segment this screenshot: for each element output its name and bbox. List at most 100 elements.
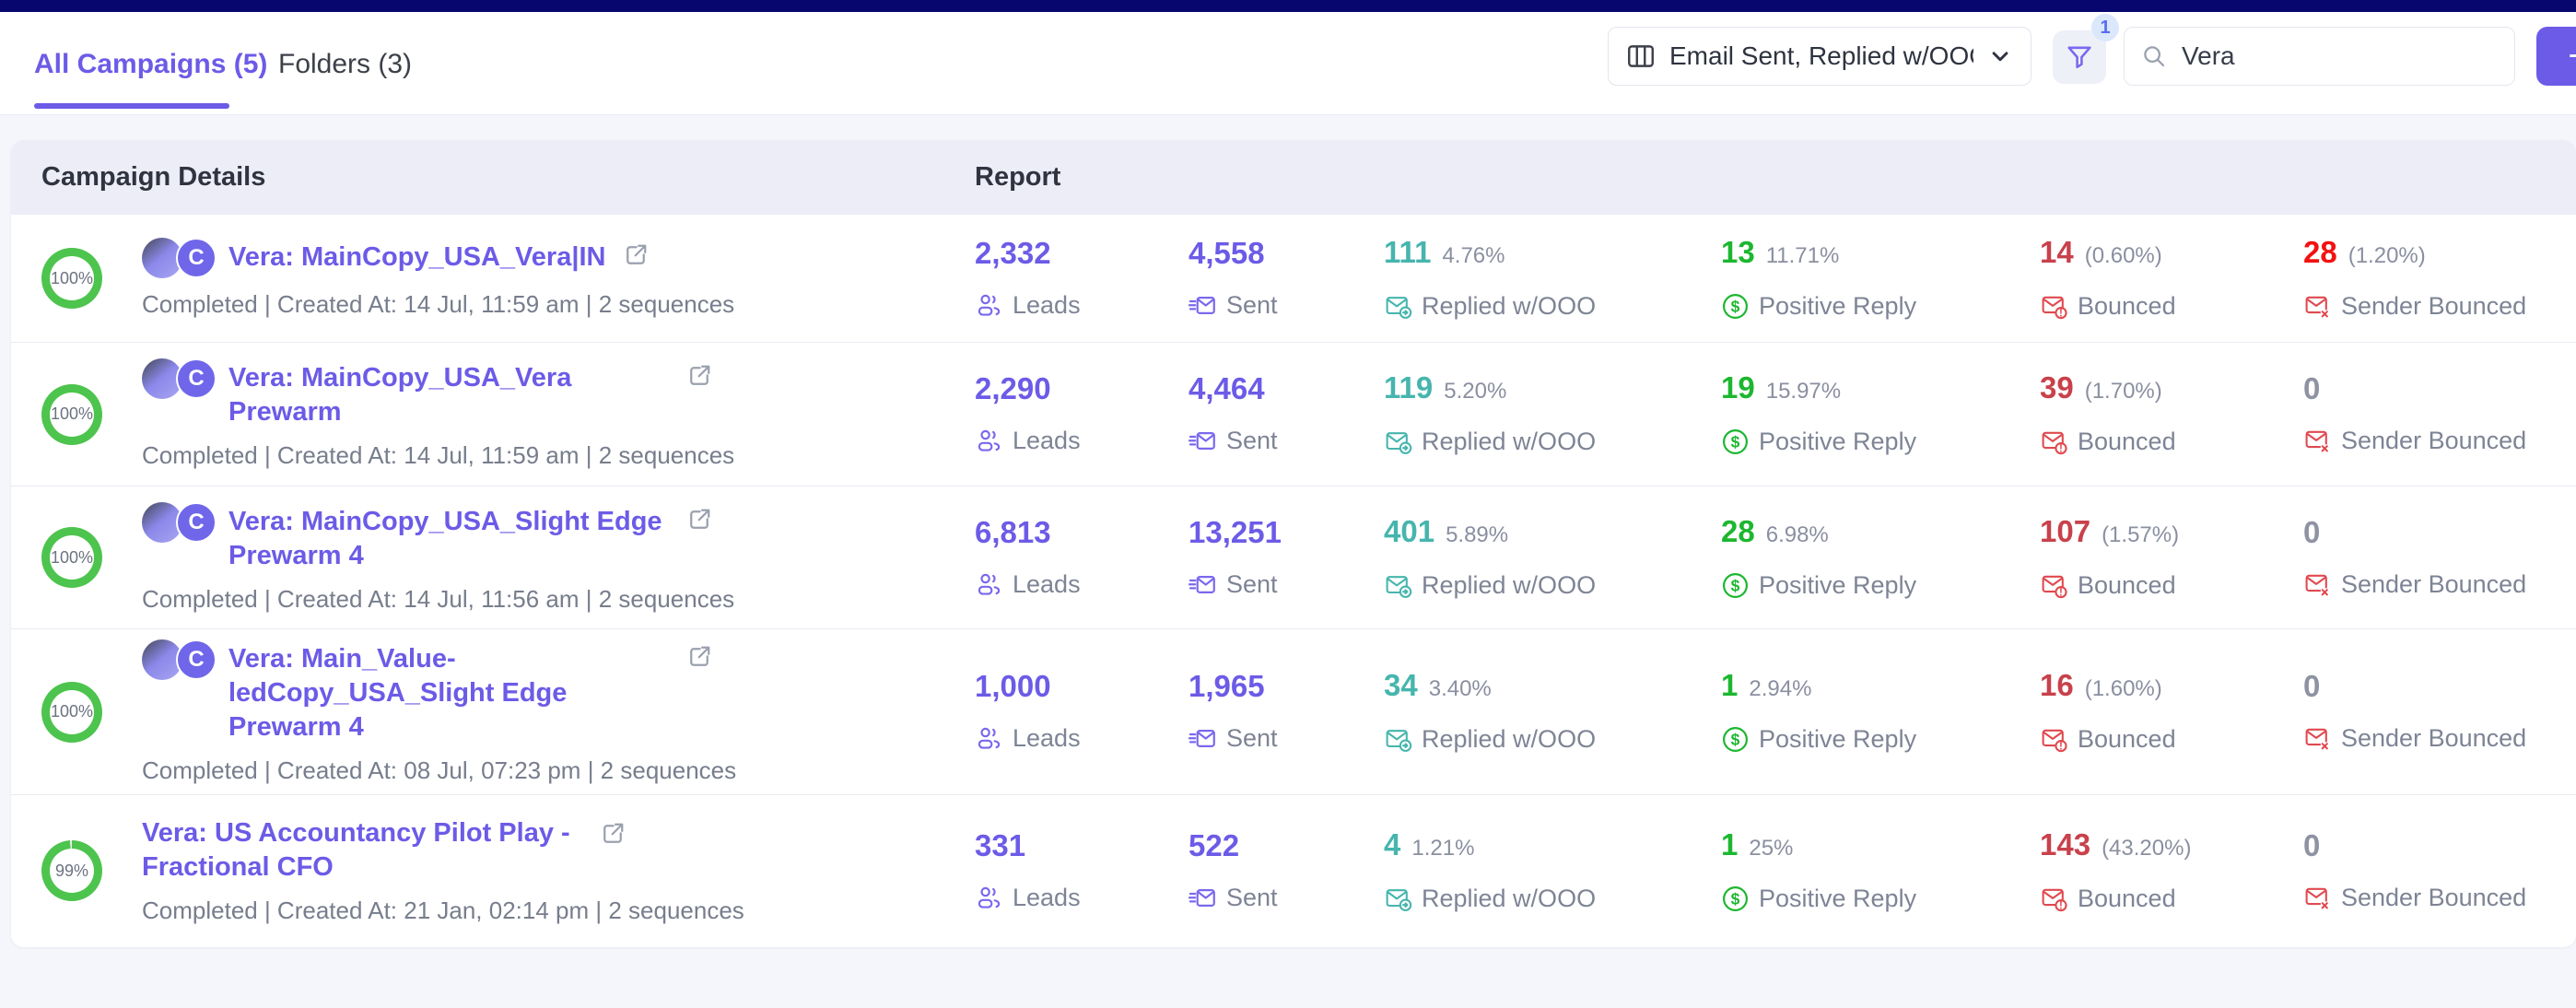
sent-count: 4,464 <box>1188 373 1265 404</box>
external-link-icon[interactable] <box>599 820 626 848</box>
bounced-percent: (1.57%) <box>2102 522 2179 548</box>
client-avatar: C <box>176 238 217 278</box>
table-row[interactable]: 100% C Vera: MainCopy_USA_Slight Edge Pr… <box>11 486 2576 629</box>
sent-icon <box>1188 884 1217 912</box>
positive-reply-percent: 2.94% <box>1749 676 1811 702</box>
leads-icon <box>975 427 1003 455</box>
filter-icon <box>2064 41 2095 73</box>
table-row[interactable]: 99% Vera: US Accountancy Pilot Play - Fr… <box>11 795 2576 946</box>
top-navy-bar <box>0 0 2576 12</box>
sender-bounced-percent: (1.20%) <box>2348 243 2426 269</box>
positive-reply-count: 1 <box>1721 829 1738 860</box>
sender-bounced-label: Sender Bounced <box>2341 570 2526 599</box>
sender-bounced-icon <box>2303 724 2332 753</box>
sent-label: Sent <box>1226 427 1278 455</box>
leads-icon <box>975 570 1003 599</box>
positive-reply-count: 19 <box>1721 372 1755 403</box>
table-row[interactable]: 100% C Vera: MainCopy_USA_Vera|IN Comple… <box>11 215 2576 343</box>
sender-bounced-count: 0 <box>2303 671 2320 701</box>
leads-label: Leads <box>1013 724 1081 753</box>
positive-reply-icon <box>1721 725 1750 754</box>
progress-ring: 100% <box>41 248 102 309</box>
sender-bounced-label: Sender Bounced <box>2341 292 2526 321</box>
progress-ring: 100% <box>41 682 102 743</box>
leads-label: Leads <box>1013 884 1081 912</box>
campaign-name-link[interactable]: Vera: MainCopy_USA_Vera|IN <box>228 240 605 275</box>
progress-ring: 100% <box>41 384 102 445</box>
column-select-dropdown[interactable]: Email Sent, Replied w/OOO... <box>1608 27 2032 86</box>
bounced-icon <box>2040 885 2068 913</box>
bounced-icon <box>2040 428 2068 456</box>
replied-ooo-icon <box>1384 292 1412 321</box>
client-avatar: C <box>176 639 217 680</box>
sender-bounced-icon <box>2303 427 2332 455</box>
campaign-meta: Completed | Created At: 14 Jul, 11:59 am… <box>142 441 734 470</box>
sent-count: 522 <box>1188 830 1239 861</box>
progress-value: 100% <box>50 393 94 437</box>
bounced-percent: (1.70%) <box>2085 379 2162 404</box>
leads-count: 2,290 <box>975 373 1051 404</box>
replied-count: 111 <box>1384 237 1431 267</box>
positive-reply-count: 28 <box>1721 516 1755 546</box>
sender-bounced-count: 0 <box>2303 517 2320 547</box>
leads-count: 2,332 <box>975 238 1051 268</box>
campaign-meta: Completed | Created At: 21 Jan, 02:14 pm… <box>142 897 744 925</box>
positive-reply-icon <box>1721 885 1750 913</box>
sent-label: Sent <box>1226 570 1278 599</box>
sent-icon <box>1188 291 1217 320</box>
sent-icon <box>1188 570 1217 599</box>
tab-all-campaigns[interactable]: All Campaigns (5) <box>34 49 267 80</box>
positive-reply-percent: 25% <box>1749 836 1793 861</box>
bounced-percent: (0.60%) <box>2085 243 2162 269</box>
add-campaign-button[interactable]: + <box>2536 27 2576 86</box>
campaign-table: Campaign Details Report 100% C Vera: Mai… <box>11 140 2576 947</box>
positive-reply-label: Positive Reply <box>1759 571 1916 600</box>
replied-count: 119 <box>1384 372 1433 403</box>
progress-value: 100% <box>50 690 94 734</box>
chevron-down-icon <box>1986 42 2014 70</box>
client-avatar: C <box>176 502 217 543</box>
campaign-name-link[interactable]: Vera: MainCopy_USA_Vera Prewarm <box>228 361 669 429</box>
external-link-icon[interactable] <box>622 241 650 269</box>
campaign-meta: Completed | Created At: 08 Jul, 07:23 pm… <box>142 756 736 785</box>
bounced-percent: (1.60%) <box>2085 676 2162 702</box>
external-link-icon[interactable] <box>685 362 713 390</box>
sender-bounced-icon <box>2303 884 2332 912</box>
leads-icon <box>975 291 1003 320</box>
positive-reply-count: 1 <box>1721 670 1738 700</box>
campaign-meta: Completed | Created At: 14 Jul, 11:56 am… <box>142 585 734 614</box>
replied-count: 401 <box>1384 516 1434 546</box>
header-bar: All Campaigns (5) Folders (3) Email Sent… <box>0 12 2576 115</box>
bounced-count: 143 <box>2040 829 2090 860</box>
replied-label: Replied w/OOO <box>1422 725 1596 754</box>
positive-reply-label: Positive Reply <box>1759 292 1916 321</box>
bounced-label: Bounced <box>2078 725 2176 754</box>
bounced-percent: (43.20%) <box>2102 836 2191 861</box>
external-link-icon[interactable] <box>685 506 713 533</box>
campaign-name-link[interactable]: Vera: Main_Value-ledCopy_USA_Slight Edge… <box>228 642 669 744</box>
bounced-count: 107 <box>2040 516 2090 546</box>
table-row[interactable]: 100% C Vera: Main_Value-ledCopy_USA_Slig… <box>11 629 2576 795</box>
sender-bounced-label: Sender Bounced <box>2341 884 2526 912</box>
leads-count: 331 <box>975 830 1025 861</box>
campaign-name-link[interactable]: Vera: MainCopy_USA_Slight Edge Prewarm 4 <box>228 505 669 573</box>
sender-bounced-icon <box>2303 292 2332 321</box>
header-report: Report <box>975 162 1060 193</box>
external-link-icon[interactable] <box>685 643 713 671</box>
search-input[interactable] <box>2124 27 2515 86</box>
column-select-label: Email Sent, Replied w/OOO... <box>1669 41 1973 71</box>
table-header: Campaign Details Report <box>11 140 2576 215</box>
filter-count-badge: 1 <box>2091 14 2119 41</box>
positive-reply-percent: 15.97% <box>1766 379 1841 404</box>
campaign-name-link[interactable]: Vera: US Accountancy Pilot Play - Fracti… <box>142 816 582 885</box>
replied-label: Replied w/OOO <box>1422 571 1596 600</box>
replied-percent: 4.76% <box>1442 243 1505 269</box>
sent-icon <box>1188 427 1217 455</box>
replied-ooo-icon <box>1384 428 1412 456</box>
table-row[interactable]: 100% C Vera: MainCopy_USA_Vera Prewarm C… <box>11 343 2576 486</box>
replied-ooo-icon <box>1384 725 1412 754</box>
replied-label: Replied w/OOO <box>1422 428 1596 456</box>
sender-bounced-label: Sender Bounced <box>2341 724 2526 753</box>
progress-ring: 99% <box>41 840 102 901</box>
tab-folders[interactable]: Folders (3) <box>278 49 412 80</box>
